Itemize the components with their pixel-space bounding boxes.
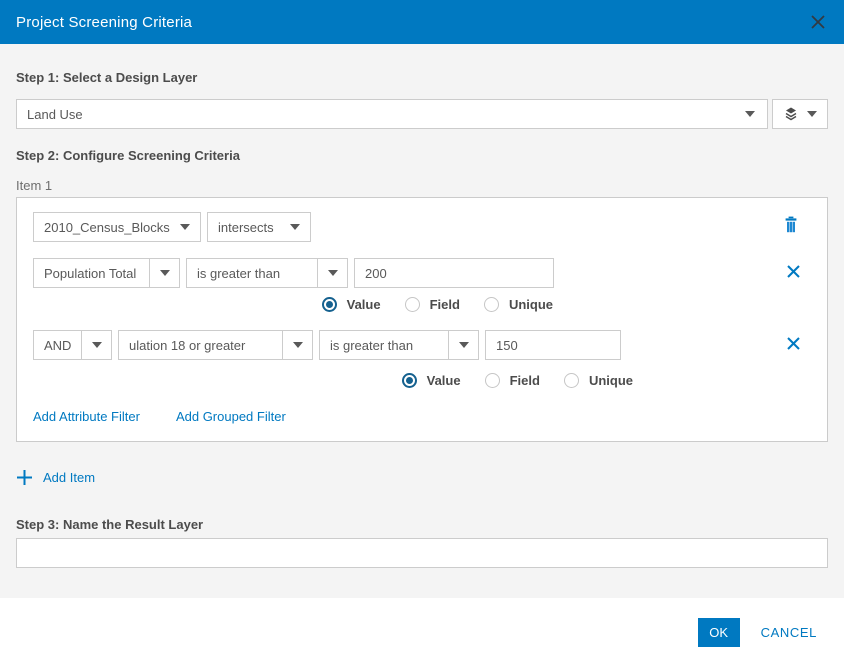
filter2-field-select-value: ulation 18 or greater	[119, 331, 282, 359]
chevron-down-box	[81, 331, 111, 359]
chevron-down-icon	[290, 224, 300, 230]
dialog-title: Project Screening Criteria	[16, 14, 192, 31]
attribute-filter-row-2: AND ulation 18 or greater is greater tha…	[33, 330, 811, 360]
chevron-down-icon	[92, 342, 102, 348]
filter-layer-select-value: 2010_Census_Blocks	[34, 213, 170, 241]
chevron-down-box	[317, 259, 347, 287]
filter1-operator-select-value: is greater than	[187, 259, 317, 287]
filter1-radio-value[interactable]: Value	[322, 297, 381, 312]
filter1-radio-field[interactable]: Field	[405, 297, 460, 312]
plus-icon	[16, 469, 33, 486]
chevron-down-icon	[745, 111, 755, 117]
dialog-body: Step 1: Select a Design Layer Land Use S…	[0, 44, 844, 598]
filter2-field-select[interactable]: ulation 18 or greater	[118, 330, 313, 360]
radio-label: Field	[430, 297, 460, 312]
filter2-radio-field[interactable]: Field	[485, 373, 540, 388]
filter2-radio-value[interactable]: Value	[402, 373, 461, 388]
add-attribute-filter-link[interactable]: Add Attribute Filter	[33, 409, 140, 424]
item-1-label: Item 1	[16, 178, 828, 193]
ok-button[interactable]: OK	[698, 618, 740, 647]
chevron-down-icon	[459, 342, 469, 348]
cancel-button[interactable]: CANCEL	[761, 625, 817, 640]
chevron-down-box	[280, 213, 310, 241]
layers-icon	[783, 106, 799, 122]
filter2-join-select-value: AND	[34, 331, 81, 359]
radio-unselected-icon	[564, 373, 579, 388]
item-1-panel: 2010_Census_Blocks intersects	[16, 197, 828, 442]
design-layer-select-value: Land Use	[17, 107, 93, 122]
trash-icon[interactable]	[783, 216, 799, 238]
filter1-field-select[interactable]: Population Total	[33, 258, 180, 288]
close-icon[interactable]	[808, 12, 828, 32]
step1-label: Step 1: Select a Design Layer	[16, 70, 828, 85]
chevron-down-icon	[293, 342, 303, 348]
radio-label: Value	[347, 297, 381, 312]
remove-filter2-icon[interactable]	[786, 336, 801, 351]
project-screening-criteria-dialog: Project Screening Criteria Step 1: Selec…	[0, 0, 844, 666]
filter1-radio-unique[interactable]: Unique	[484, 297, 553, 312]
filter2-operator-select-value: is greater than	[320, 331, 448, 359]
radio-unselected-icon	[485, 373, 500, 388]
filter2-join-select[interactable]: AND	[33, 330, 112, 360]
filter1-value-input[interactable]	[354, 258, 554, 288]
step2-label: Step 2: Configure Screening Criteria	[16, 148, 828, 163]
attribute-filter-row-1: Population Total is greater than	[33, 258, 811, 288]
radio-unselected-icon	[405, 297, 420, 312]
spatial-operator-select-value: intersects	[208, 213, 280, 241]
add-grouped-filter-link[interactable]: Add Grouped Filter	[176, 409, 286, 424]
dialog-footer: OK CANCEL	[0, 598, 844, 666]
chevron-down-icon	[807, 111, 817, 117]
dialog-header: Project Screening Criteria	[0, 0, 844, 44]
chevron-down-box	[282, 331, 312, 359]
radio-label: Value	[427, 373, 461, 388]
filter2-radio-unique[interactable]: Unique	[564, 373, 633, 388]
filter1-operator-select[interactable]: is greater than	[186, 258, 348, 288]
result-layer-name-input[interactable]	[16, 538, 828, 568]
chevron-down-box	[448, 331, 478, 359]
remove-filter1-icon[interactable]	[786, 264, 801, 279]
add-item-label: Add Item	[43, 470, 95, 485]
filter-links-row: Add Attribute Filter Add Grouped Filter	[33, 409, 811, 424]
chevron-down-box	[149, 259, 179, 287]
spatial-filter-row: 2010_Census_Blocks intersects	[33, 212, 811, 242]
radio-selected-icon	[322, 297, 337, 312]
filter2-operator-select[interactable]: is greater than	[319, 330, 479, 360]
filter2-mode-radios: Value Field Unique	[33, 373, 811, 388]
layer-type-button[interactable]	[772, 99, 828, 129]
filter1-mode-radios: Value Field Unique	[33, 297, 811, 312]
radio-label: Unique	[589, 373, 633, 388]
chevron-down-icon	[328, 270, 338, 276]
spatial-operator-select[interactable]: intersects	[207, 212, 311, 242]
radio-selected-icon	[402, 373, 417, 388]
radio-label: Unique	[509, 297, 553, 312]
radio-unselected-icon	[484, 297, 499, 312]
radio-label: Field	[510, 373, 540, 388]
step3-label: Step 3: Name the Result Layer	[16, 517, 828, 532]
chevron-down-icon	[160, 270, 170, 276]
design-layer-row: Land Use	[16, 99, 828, 129]
filter-layer-select[interactable]: 2010_Census_Blocks	[33, 212, 201, 242]
filter1-field-select-value: Population Total	[34, 259, 149, 287]
add-item-button[interactable]: Add Item	[16, 469, 136, 486]
design-layer-select[interactable]: Land Use	[16, 99, 768, 129]
filter2-value-input[interactable]	[485, 330, 621, 360]
chevron-down-icon	[180, 224, 190, 230]
chevron-down-box	[170, 213, 200, 241]
